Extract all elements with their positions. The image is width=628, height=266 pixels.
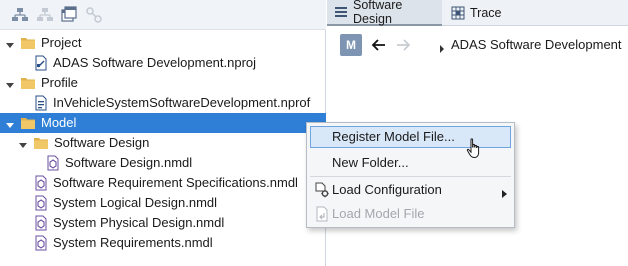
- tree-label: System Physical Design.nmdl: [53, 215, 225, 230]
- menu-separator: [310, 176, 511, 177]
- link-disabled-icon: [85, 6, 103, 24]
- tree-label: System Requirements.nmdl: [53, 235, 213, 250]
- model-file-icon: [33, 235, 49, 251]
- project-file-icon: [33, 55, 49, 71]
- expanded-triangle-icon[interactable]: [5, 78, 15, 88]
- tree-label: Project: [41, 35, 82, 50]
- expanded-triangle-icon[interactable]: [5, 38, 15, 48]
- tree-toolbar: [0, 0, 326, 30]
- copy-window-icon[interactable]: [60, 6, 78, 24]
- tree-node-model-file[interactable]: System Physical Design.nmdl: [0, 213, 326, 233]
- menu-item-label: Load Configuration: [332, 182, 442, 197]
- breadcrumb[interactable]: ADAS Software Development: [451, 37, 622, 53]
- tree-label: System Logical Design.nmdl: [53, 195, 218, 210]
- tree-label: Software Design.nmdl: [65, 155, 193, 170]
- model-file-icon: [33, 195, 49, 211]
- tree-node-profile[interactable]: Profile: [0, 73, 326, 93]
- breadcrumb-chevron-icon: [439, 41, 445, 53]
- tab-software-design[interactable]: Software Design: [327, 0, 442, 26]
- expanded-triangle-icon[interactable]: [5, 118, 15, 128]
- model-file-icon: [33, 175, 49, 191]
- tab-trace[interactable]: Trace: [444, 0, 514, 26]
- tree-node-profile-file[interactable]: InVehicleSystemSoftwareDevelopment.nprof: [0, 93, 326, 113]
- model-file-icon: [33, 215, 49, 231]
- hand-cursor-icon: [466, 138, 482, 160]
- tree-label: Software Requirement Specifications.nmdl: [53, 175, 298, 190]
- menu-item-label: Load Model File: [332, 206, 425, 221]
- tree-node-model-file[interactable]: System Logical Design.nmdl: [0, 193, 326, 213]
- tree-node-model-file[interactable]: Software Requirement Specifications.nmdl: [0, 173, 326, 193]
- tree-label: InVehicleSystemSoftwareDevelopment.nprof: [53, 95, 311, 110]
- trace-grid-icon: [451, 6, 465, 20]
- folder-icon: [20, 75, 36, 91]
- list-icon: [334, 5, 348, 19]
- tree-node-model-file[interactable]: System Requirements.nmdl: [0, 233, 326, 253]
- tab-label: Trace: [470, 6, 502, 20]
- expanded-triangle-icon[interactable]: [18, 138, 28, 148]
- tree-node-software-design[interactable]: Software Design: [0, 133, 326, 153]
- editor-tabbar: Software Design Trace: [327, 0, 628, 26]
- tree-node-model[interactable]: Model: [0, 113, 326, 133]
- folder-icon: [20, 35, 36, 51]
- profile-file-icon: [33, 95, 49, 111]
- tree-label: Software Design: [54, 135, 150, 150]
- tree-node-project[interactable]: Project: [0, 33, 326, 53]
- hierarchy-disabled-icon: [36, 6, 54, 24]
- tree-label: Profile: [41, 75, 78, 90]
- context-menu: Register Model File... New Folder... Loa…: [306, 122, 515, 228]
- model-file-icon: [45, 155, 61, 171]
- folder-icon: [33, 135, 49, 151]
- menu-item-label: New Folder...: [332, 155, 409, 170]
- menu-item-load-model-file: Load Model File: [310, 203, 511, 225]
- tree-label: Model: [41, 115, 77, 130]
- tree-label: ADAS Software Development.nproj: [53, 55, 257, 70]
- submenu-arrow-icon: [502, 186, 507, 198]
- menu-item-load-configuration[interactable]: Load Configuration: [310, 179, 511, 201]
- document-gear-icon: [314, 182, 330, 198]
- tree-node-project-file[interactable]: ADAS Software Development.nproj: [0, 53, 326, 73]
- load-file-icon: [314, 206, 330, 222]
- model-badge[interactable]: M: [340, 34, 362, 56]
- hierarchy-icon[interactable]: [11, 6, 29, 24]
- forward-arrow-icon: [393, 35, 413, 55]
- tab-label: Software Design: [353, 0, 403, 26]
- model-tree-panel: Project ADAS Software Development.nproj …: [0, 0, 326, 266]
- back-arrow-icon[interactable]: [369, 35, 389, 55]
- folder-icon: [20, 115, 36, 131]
- menu-item-label: Register Model File...: [332, 129, 455, 144]
- tree-node-software-design-file[interactable]: Software Design.nmdl: [0, 153, 326, 173]
- navigation-bar: M ADAS Software Development: [327, 30, 628, 62]
